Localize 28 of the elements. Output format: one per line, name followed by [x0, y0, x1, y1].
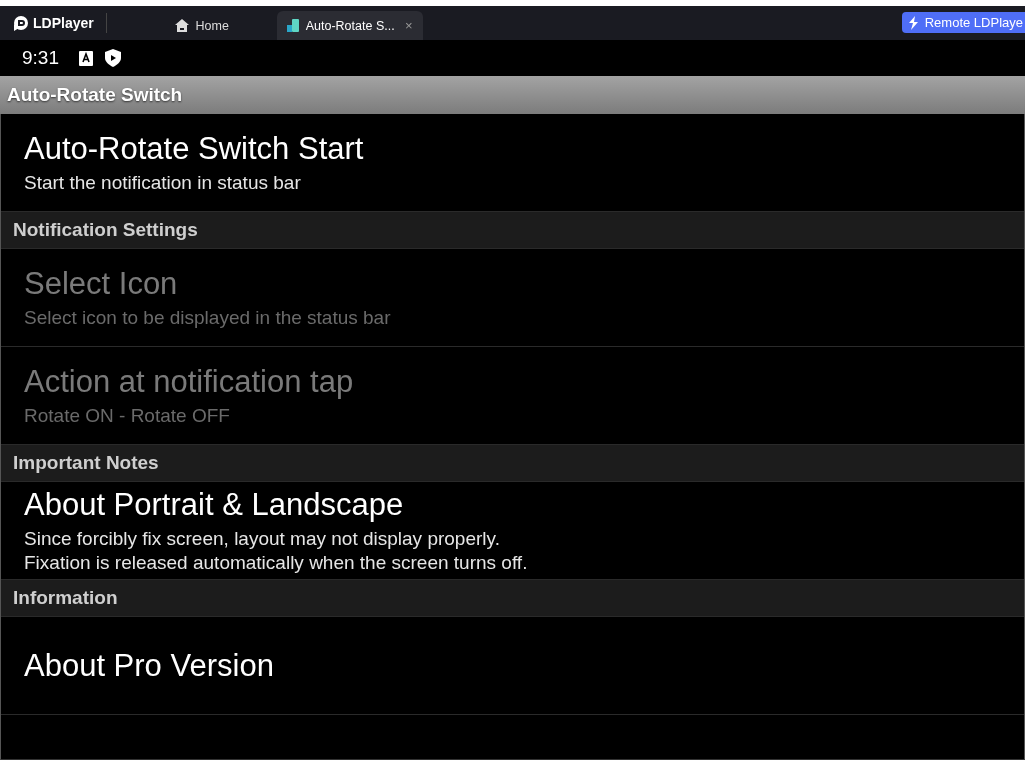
- keyboard-icon: [79, 50, 93, 66]
- preference-title: Auto-Rotate Switch Start: [24, 130, 365, 167]
- logo-icon: [12, 15, 29, 31]
- screen-title: Auto-Rotate Switch: [7, 84, 183, 106]
- preference-item[interactable]: About Portrait & Landscape Since forcibly fix screen, layout may not display properly. Fixation is released automatically when the screen turns off.: [1, 482, 1024, 579]
- lightning-icon: [907, 15, 919, 30]
- section-header: Notification Settings: [13, 219, 198, 241]
- preference-summary: Rotate ON - Rotate OFF: [24, 403, 231, 428]
- app-name: LDPlayer: [33, 15, 94, 31]
- home-icon: [174, 19, 189, 32]
- preference-summary: Start the notification in status bar: [24, 170, 302, 195]
- preference-item[interactable]: Auto-Rotate Switch Start Start the notification in status bar: [1, 114, 1024, 211]
- preference-summary: Select icon to be displayed in the status bar: [24, 305, 392, 330]
- preference-summary: Since forcibly fix screen, layout may not display properly. Fixation is released automatically when the screen turns off.: [24, 526, 529, 575]
- close-icon[interactable]: ×: [405, 18, 413, 33]
- shield-icon: [105, 49, 121, 67]
- preference-title: About Pro Version: [24, 647, 275, 684]
- tab[interactable]: Home: [136, 11, 267, 40]
- preference-item[interactable]: About Pro Version: [1, 617, 1024, 715]
- clock: 9:31: [22, 47, 59, 69]
- section-header: Important Notes: [13, 452, 159, 474]
- preference-title: Action at notification tap: [24, 363, 355, 400]
- preference-title: About Portrait & Landscape: [24, 486, 405, 523]
- tab[interactable]: Auto-Rotate S... ×: [276, 11, 423, 40]
- remote-button[interactable]: Remote LDPlaye: [901, 12, 1025, 33]
- section-header: Information: [13, 587, 118, 609]
- preference-title: Select Icon: [24, 265, 179, 302]
- app-icon: [286, 19, 299, 32]
